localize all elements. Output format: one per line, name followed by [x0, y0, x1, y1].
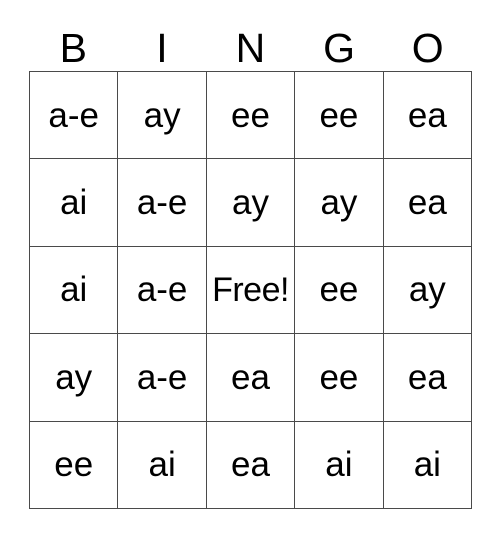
bingo-cell-label: ai	[60, 270, 88, 310]
bingo-cell[interactable]: ee	[295, 72, 384, 160]
bingo-row: ai a-e ay ay ea	[30, 159, 473, 247]
bingo-cell[interactable]: ay	[383, 246, 473, 335]
bingo-cell-label: ai	[413, 445, 441, 485]
bingo-header-letter-b: B	[59, 25, 87, 71]
bingo-cell[interactable]: ee	[30, 421, 119, 509]
bingo-cell-label: ea	[231, 357, 270, 397]
bingo-header-letter-g: G	[323, 25, 356, 71]
bingo-cell-label: ay	[55, 357, 93, 397]
bingo-cell[interactable]: ai	[30, 246, 119, 335]
bingo-grid: a-e ay ee ee ea ai a-e ay ay ea ai a-e F…	[29, 71, 473, 509]
bingo-card: B I N G O a-e ay ee ee ea ai a-e ay ay e…	[29, 12, 473, 509]
bingo-cell[interactable]: a-e	[118, 246, 207, 335]
bingo-cell[interactable]: ee	[295, 334, 384, 422]
bingo-cell-label: ee	[231, 95, 270, 135]
bingo-cell-label: ea	[407, 183, 447, 223]
bingo-cell[interactable]: ea	[206, 421, 296, 509]
bingo-cell[interactable]: ay	[30, 334, 119, 422]
bingo-cell-label: ee	[319, 357, 359, 397]
bingo-cell-label: ay	[320, 183, 358, 223]
bingo-cell-label: ay	[232, 183, 269, 223]
bingo-cell[interactable]: ay	[118, 72, 207, 160]
bingo-cell-label: ee	[319, 270, 359, 310]
bingo-cell-label: ay	[408, 270, 446, 310]
bingo-cell-label: ai	[148, 445, 176, 485]
bingo-cell[interactable]: ee	[295, 246, 384, 335]
bingo-cell-label: a-e	[136, 183, 188, 223]
bingo-header-letter-n: N	[235, 25, 266, 71]
bingo-cell[interactable]: a-e	[118, 334, 207, 422]
bingo-cell-label: ai	[325, 445, 353, 485]
bingo-cell[interactable]: ay	[206, 159, 296, 247]
bingo-cell[interactable]: ea	[383, 159, 473, 247]
bingo-cell[interactable]: ea	[383, 334, 473, 422]
bingo-cell-label: ea	[407, 95, 447, 135]
bingo-free-label: Free!	[212, 270, 289, 309]
bingo-row: ee ai ea ai ai	[30, 421, 473, 509]
bingo-cell-label: ay	[143, 95, 181, 135]
bingo-cell-label: ee	[54, 445, 94, 485]
bingo-cell[interactable]: ea	[206, 334, 296, 422]
bingo-cell-label: ea	[407, 357, 447, 397]
bingo-cell[interactable]: ai	[295, 421, 384, 509]
bingo-cell[interactable]: ea	[383, 72, 473, 160]
bingo-cell-label: ai	[60, 183, 88, 223]
bingo-row: ay a-e ea ee ea	[30, 334, 473, 422]
bingo-header-letter-i: I	[156, 25, 168, 71]
bingo-cell[interactable]: ee	[206, 72, 296, 160]
bingo-row: a-e ay ee ee ea	[30, 72, 473, 160]
bingo-cell-label: ee	[319, 95, 359, 135]
bingo-cell[interactable]: ai	[118, 421, 207, 509]
bingo-cell-label: a-e	[48, 95, 99, 135]
bingo-cell-label: a-e	[136, 270, 188, 310]
bingo-header-letter-o: O	[411, 25, 444, 71]
bingo-free-cell[interactable]: Free!	[206, 246, 296, 335]
bingo-cell[interactable]: a-e	[30, 72, 119, 160]
bingo-header-row: B I N G O	[29, 12, 472, 71]
bingo-cell-label: ea	[231, 445, 270, 485]
bingo-cell[interactable]: ai	[30, 159, 119, 247]
bingo-cell-label: a-e	[136, 357, 188, 397]
bingo-cell[interactable]: ay	[295, 159, 384, 247]
bingo-cell[interactable]: a-e	[118, 159, 207, 247]
bingo-cell[interactable]: ai	[383, 421, 473, 509]
bingo-row: ai a-e Free! ee ay	[30, 246, 473, 335]
